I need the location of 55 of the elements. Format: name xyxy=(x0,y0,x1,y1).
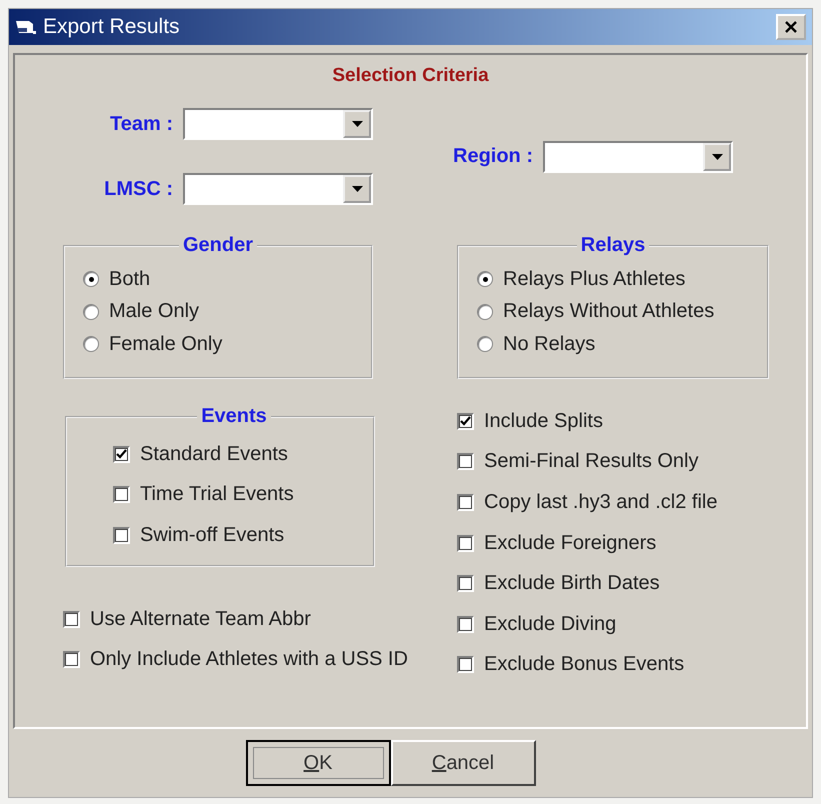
dropdown-arrow-icon xyxy=(712,154,722,160)
checkbox[interactable] xyxy=(457,575,474,592)
radio-button[interactable] xyxy=(477,304,493,320)
checkbox[interactable] xyxy=(113,446,130,463)
radio-button[interactable] xyxy=(83,271,99,288)
field-label: Team : xyxy=(110,112,173,136)
radio-button[interactable] xyxy=(477,271,493,288)
option-label: Exclude Bonus Events xyxy=(484,653,684,676)
option-label: Exclude Birth Dates xyxy=(484,572,660,596)
checkbox[interactable] xyxy=(457,412,474,430)
group-title: Events xyxy=(200,405,268,428)
dropdown-field[interactable] xyxy=(183,108,373,140)
ok-button[interactable]: OK xyxy=(246,740,390,786)
checkbox[interactable] xyxy=(63,651,80,668)
radio-button[interactable] xyxy=(83,304,99,320)
option-label: Only Include Athletes with a USS ID xyxy=(90,648,408,672)
cancel-button[interactable]: Cancel xyxy=(390,740,536,786)
close-icon xyxy=(785,21,797,33)
group-title: Relays xyxy=(580,234,646,257)
option-label: Male Only xyxy=(109,300,200,324)
section-title: Selection Criteria xyxy=(331,65,490,87)
checkbox[interactable] xyxy=(457,534,474,552)
radio-button[interactable] xyxy=(83,336,99,352)
checkbox[interactable] xyxy=(113,526,130,544)
app-icon xyxy=(15,19,37,35)
dropdown-field[interactable] xyxy=(543,140,733,172)
checkbox[interactable] xyxy=(457,616,474,633)
option-label: Relays Plus Athletes xyxy=(503,268,686,291)
option-label: Exclude Diving xyxy=(484,612,616,636)
field-label: Region : xyxy=(453,145,533,168)
option-label: Standard Events xyxy=(140,442,288,466)
checkbox[interactable] xyxy=(63,610,80,628)
checkbox[interactable] xyxy=(457,453,474,470)
option-label: Female Only xyxy=(109,332,222,356)
checkbox[interactable] xyxy=(113,486,130,504)
radio-button[interactable] xyxy=(477,336,493,352)
option-label: Use Alternate Team Abbr xyxy=(90,608,311,631)
option-label: Relays Without Athletes xyxy=(503,300,714,324)
option-label: Time Trial Events xyxy=(140,483,294,506)
option-label: Copy last .hy3 and .cl2 file xyxy=(484,490,718,514)
group-title: Gender xyxy=(182,234,254,257)
checkbox[interactable] xyxy=(457,494,474,511)
option-label: No Relays xyxy=(503,332,596,356)
option-label: Swim-off Events xyxy=(140,524,284,547)
checkbox[interactable] xyxy=(457,656,474,674)
option-label: Exclude Foreigners xyxy=(484,532,656,555)
dropdown-field[interactable] xyxy=(183,173,373,205)
field-label: LMSC : xyxy=(104,178,173,200)
close-button[interactable] xyxy=(776,14,806,40)
window-title: Export Results xyxy=(43,15,181,39)
option-label: Semi-Final Results Only xyxy=(484,450,699,474)
dropdown-arrow-icon xyxy=(352,186,362,192)
option-label: Include Splits xyxy=(484,410,603,433)
dropdown-arrow-icon xyxy=(352,121,362,127)
option-label: Both xyxy=(109,268,150,291)
